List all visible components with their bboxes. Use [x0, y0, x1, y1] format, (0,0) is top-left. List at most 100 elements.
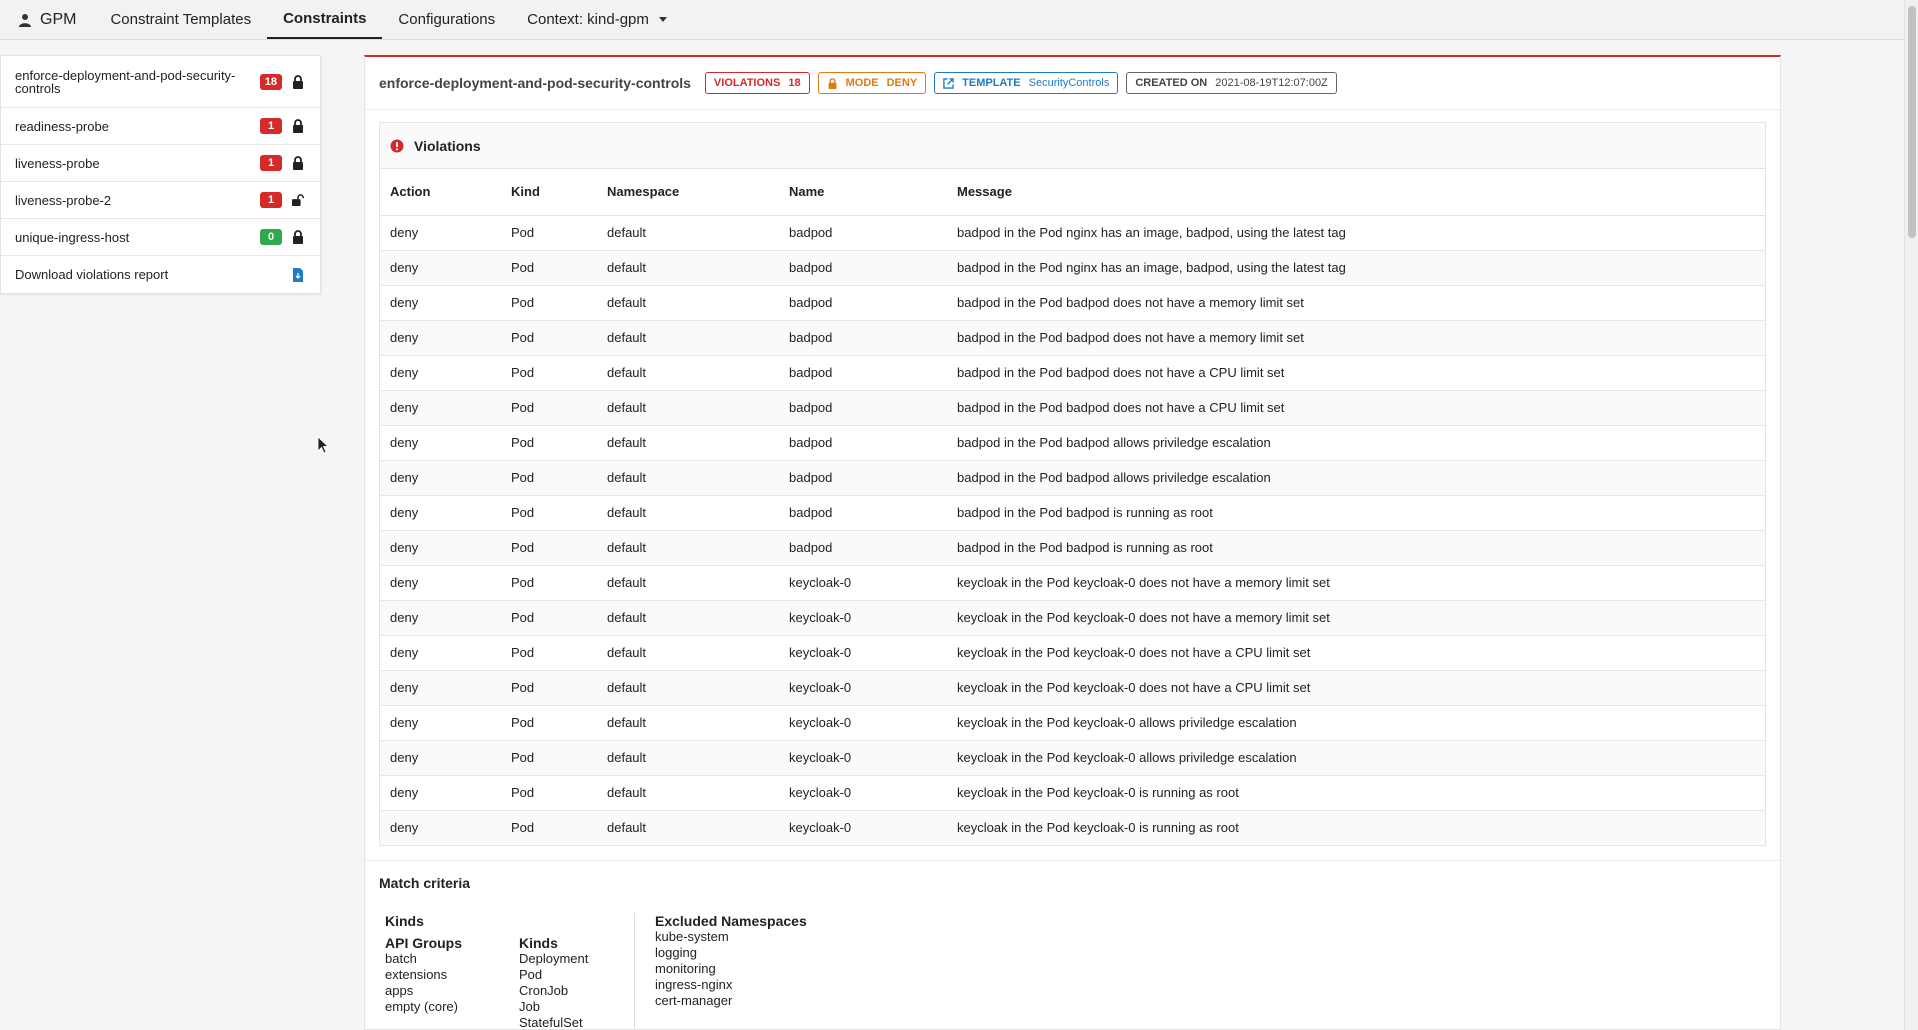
- brand[interactable]: GPM: [0, 0, 94, 39]
- lock-icon: [293, 230, 303, 244]
- kinds-heading: Kinds: [385, 913, 424, 929]
- cell-name: badpod: [779, 250, 947, 286]
- cell-action: deny: [380, 530, 501, 566]
- api-group-item: extensions: [385, 967, 448, 982]
- lock-icon: [293, 74, 303, 89]
- constraint-title: enforce-deployment-and-pod-security-cont…: [379, 75, 691, 91]
- cell-name: keycloak-0: [779, 635, 947, 671]
- cell-message: badpod in the Pod badpod does not have a…: [947, 355, 1765, 391]
- nav-constraints[interactable]: Constraints: [267, 0, 383, 39]
- table-row: deny Pod default badpod badpod in the Pod ng…: [380, 215, 1765, 251]
- cell-message: badpod in the Pod badpod allows priviled…: [947, 425, 1765, 461]
- table-row: deny Pod default badpod badpod in the Pod ba…: [380, 355, 1765, 391]
- chevron-down-icon: [658, 17, 667, 22]
- excluded-namespace-item: monitoring: [655, 961, 716, 976]
- unlock-icon: [292, 194, 304, 206]
- cell-message: badpod in the Pod nginx has an image, ba…: [947, 250, 1765, 286]
- cell-action: deny: [380, 460, 501, 496]
- table-row: deny Pod default badpod badpod in the Pod ba…: [380, 530, 1765, 566]
- kinds-list-column: Kinds Deployment Pod CronJob Job Statefu…: [519, 935, 588, 1029]
- cell-name: badpod: [779, 355, 947, 391]
- violations-tag: VIOLATIONS 18: [704, 72, 810, 94]
- api-groups-column: API Groups batch extensions apps empty (…: [385, 935, 519, 1029]
- sidebar-item-liveness-probe[interactable]: liveness-probe 1: [1, 145, 320, 182]
- cell-kind: Pod: [501, 530, 597, 566]
- kind-item: Pod: [519, 967, 543, 982]
- cell-namespace: default: [597, 530, 779, 566]
- cell-namespace: default: [597, 775, 779, 811]
- user-icon: [19, 13, 31, 27]
- cell-message: badpod in the Pod badpod does not have a…: [947, 390, 1765, 426]
- cell-namespace: default: [597, 390, 779, 426]
- cell-kind: Pod: [501, 565, 597, 601]
- constraint-header: enforce-deployment-and-pod-security-cont…: [365, 57, 1780, 110]
- cell-kind: Pod: [501, 250, 597, 286]
- column-header-namespace: Namespace: [597, 169, 779, 216]
- cell-action: deny: [380, 775, 501, 811]
- cell-namespace: default: [597, 215, 779, 251]
- cell-name: badpod: [779, 320, 947, 356]
- violations-heading: Violations: [380, 123, 1765, 169]
- nav-constraint-templates[interactable]: Constraint Templates: [94, 0, 267, 39]
- sidebar-item-readiness-probe[interactable]: readiness-probe 1: [1, 108, 320, 145]
- column-header-action: Action: [380, 169, 501, 216]
- table-row: deny Pod default keycloak-0 keycloak in the …: [380, 635, 1765, 671]
- sidebar-item-liveness-probe-2[interactable]: liveness-probe-2 1: [1, 182, 320, 219]
- excluded-namespace-item: cert-manager: [655, 993, 733, 1008]
- created-label: CREATED ON: [1135, 77, 1208, 89]
- context-dropdown[interactable]: Context: kind-gpm: [511, 0, 683, 39]
- table-row: deny Pod default badpod badpod in the Pod ba…: [380, 285, 1765, 321]
- violations-title: Violations: [414, 137, 481, 154]
- cell-namespace: default: [597, 460, 779, 496]
- kinds-column: Kinds API Groups batch extensions apps e…: [385, 913, 635, 1029]
- cell-kind: Pod: [501, 600, 597, 636]
- cell-message: keycloak in the Pod keycloak-0 is runnin…: [947, 775, 1765, 811]
- cell-name: badpod: [779, 425, 947, 461]
- cell-namespace: default: [597, 810, 779, 845]
- violation-count-badge: 18: [259, 73, 282, 90]
- template-value[interactable]: SecurityControls: [1029, 77, 1110, 89]
- nav-configurations[interactable]: Configurations: [382, 0, 511, 39]
- table-row: deny Pod default keycloak-0 keycloak in the …: [380, 775, 1765, 811]
- alert-circle-icon: [390, 139, 404, 152]
- brand-label: GPM: [40, 10, 77, 28]
- violations-label: VIOLATIONS: [713, 77, 781, 89]
- cell-name: badpod: [779, 460, 947, 496]
- page-scrollbar[interactable]: [1904, 0, 1918, 1030]
- table-row: deny Pod default keycloak-0 keycloak in the …: [380, 600, 1765, 636]
- cell-namespace: default: [597, 670, 779, 706]
- cell-kind: Pod: [501, 495, 597, 531]
- sidebar-item-label: readiness-probe: [15, 118, 109, 134]
- cell-kind: Pod: [501, 390, 597, 426]
- cell-action: deny: [380, 810, 501, 845]
- cell-namespace: default: [597, 565, 779, 601]
- sidebar-item-label: unique-ingress-host: [15, 229, 130, 245]
- nav-label: Constraint Templates: [110, 11, 252, 28]
- cell-namespace: default: [597, 250, 779, 286]
- sidebar-item-unique-ingress-host[interactable]: unique-ingress-host 0: [1, 219, 320, 256]
- table-row: deny Pod default badpod badpod in the Pod ba…: [380, 495, 1765, 531]
- top-navbar: GPM Constraint Templates Constraints Con…: [0, 0, 1904, 40]
- table-row: deny Pod default badpod badpod in the Pod ba…: [380, 460, 1765, 496]
- api-group-item: batch: [385, 951, 417, 966]
- download-report-link[interactable]: Download violations report: [1, 256, 320, 293]
- cell-name: badpod: [779, 215, 947, 251]
- api-group-item: apps: [385, 983, 414, 998]
- sidebar-item-enforce-deployment[interactable]: enforce-deployment-and-pod-security-cont…: [1, 56, 320, 108]
- cell-name: keycloak-0: [779, 810, 947, 845]
- scrollbar-thumb[interactable]: [1908, 6, 1916, 238]
- table-row: deny Pod default badpod badpod in the Pod ba…: [380, 390, 1765, 426]
- violation-count-badge: 1: [260, 155, 282, 171]
- cell-message: keycloak in the Pod keycloak-0 does not …: [947, 635, 1765, 671]
- cell-name: keycloak-0: [779, 670, 947, 706]
- cell-kind: Pod: [501, 740, 597, 776]
- cell-kind: Pod: [501, 320, 597, 356]
- match-criteria-section: Match criteria Kinds API Groups batch ex…: [365, 860, 1780, 1029]
- cell-namespace: default: [597, 635, 779, 671]
- mode-value: DENY: [886, 77, 918, 89]
- violations-box: Violations Action Kind Namespace Name Me…: [379, 122, 1766, 846]
- excluded-namespace-item: kube-system: [655, 929, 729, 944]
- cell-namespace: default: [597, 285, 779, 321]
- violations-table-body: deny Pod default badpod badpod in the Pod ng…: [380, 215, 1765, 845]
- template-tag[interactable]: TEMPLATE SecurityControls: [934, 72, 1119, 94]
